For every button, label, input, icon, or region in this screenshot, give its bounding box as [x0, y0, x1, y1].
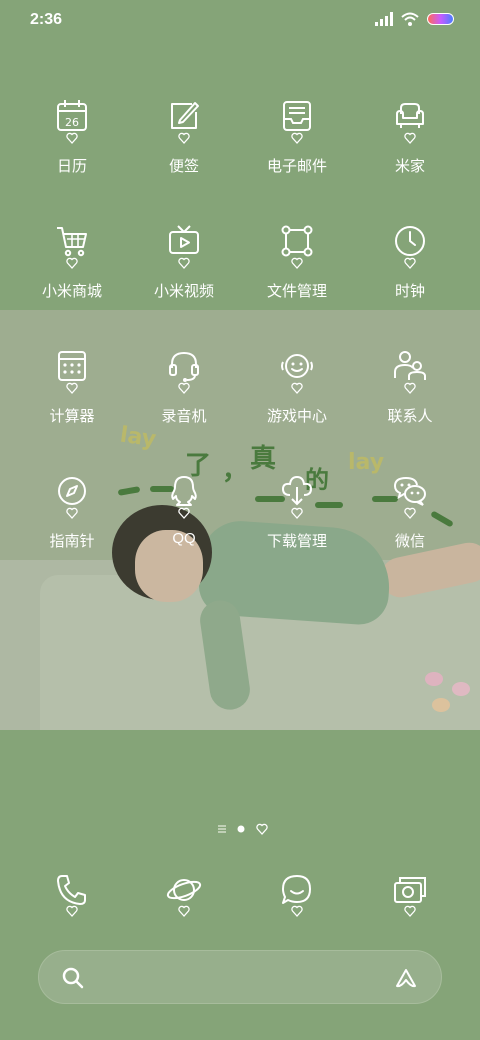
heart-icon [291, 132, 303, 144]
dock-camera[interactable] [380, 872, 440, 922]
dock-messages[interactable] [267, 872, 327, 922]
heart-icon [178, 257, 190, 269]
heart-icon [404, 905, 416, 917]
calendar-icon: 26 [57, 100, 87, 131]
recorder-icon [169, 351, 199, 382]
heart-icon [178, 905, 190, 917]
file-manager-icon [281, 225, 313, 257]
heart-icon [404, 257, 416, 269]
status-icons [375, 12, 454, 26]
app-label: 便签 [168, 158, 199, 175]
app-label: 计算器 [49, 408, 95, 425]
game-center-icon [281, 354, 313, 378]
heart-icon [178, 507, 190, 519]
assistant-icon[interactable] [393, 965, 419, 991]
app-label: 日历 [56, 158, 87, 175]
signal-icon [375, 12, 393, 26]
heart-icon [404, 132, 416, 144]
dock-browser[interactable] [154, 872, 214, 922]
search-bar[interactable] [38, 950, 442, 1004]
status-bar: 2:36 [0, 0, 480, 44]
page-indicator[interactable] [218, 822, 268, 836]
heart-icon [291, 257, 303, 269]
heart-icon [291, 507, 303, 519]
app-calculator[interactable]: 计算器 [12, 348, 132, 458]
camera-icon [394, 877, 426, 903]
app-game-center[interactable]: 游戏中心 [237, 348, 357, 458]
compass-icon [58, 477, 86, 505]
app-notes[interactable]: 便签 [124, 98, 244, 208]
app-mijia[interactable]: 米家 [350, 98, 470, 208]
app-label: 文件管理 [266, 283, 327, 300]
heart-icon [404, 382, 416, 394]
sofa-icon [396, 103, 424, 128]
app-label: 下载管理 [266, 533, 327, 550]
app-label: 微信 [394, 533, 425, 550]
search-icon [62, 967, 84, 989]
heart-icon [66, 905, 78, 917]
heart-icon [178, 132, 190, 144]
clock-icon [395, 226, 425, 256]
app-label: 电子邮件 [266, 158, 327, 175]
app-label: QQ [172, 530, 196, 547]
app-file-manager[interactable]: 文件管理 [237, 223, 357, 333]
app-wechat[interactable]: 微信 [350, 473, 470, 583]
browser-icon [166, 879, 202, 901]
app-clock[interactable]: 时钟 [350, 223, 470, 333]
app-download-manager[interactable]: 下载管理 [237, 473, 357, 583]
heart-icon [66, 257, 78, 269]
qq-icon [171, 476, 197, 506]
heart-icon [66, 132, 78, 144]
heart-icon [291, 382, 303, 394]
shopping-cart-icon [57, 227, 87, 257]
page-indicator-list-icon [218, 825, 226, 833]
app-label: 游戏中心 [266, 408, 327, 425]
page-indicator-heart-icon [256, 823, 268, 835]
heart-icon [66, 382, 78, 394]
phone-icon [57, 875, 86, 905]
wechat-icon [393, 477, 426, 506]
app-label: 小米视频 [153, 283, 214, 300]
app-mi-store[interactable]: 小米商城 [12, 223, 132, 333]
notes-icon [171, 102, 199, 129]
download-icon [281, 475, 313, 506]
calendar-date: 26 [65, 116, 79, 129]
heart-icon [178, 382, 190, 394]
dock-phone[interactable] [42, 872, 102, 922]
battery-icon [427, 13, 454, 25]
app-recorder[interactable]: 录音机 [124, 348, 244, 458]
app-email[interactable]: 电子邮件 [237, 98, 357, 208]
messages-icon [282, 875, 311, 904]
email-icon [283, 101, 311, 131]
app-qq[interactable]: QQ [124, 473, 244, 583]
page-indicator-dot [237, 825, 245, 833]
calculator-icon [58, 351, 86, 381]
status-time: 2:36 [30, 11, 63, 28]
app-label: 时钟 [394, 283, 425, 300]
app-label: 米家 [394, 158, 425, 175]
app-contacts[interactable]: 联系人 [350, 348, 470, 458]
app-label: 录音机 [161, 408, 207, 425]
app-label: 小米商城 [41, 283, 102, 300]
app-label: 联系人 [387, 408, 433, 425]
app-mi-video[interactable]: 小米视频 [124, 223, 244, 333]
heart-icon [66, 507, 78, 519]
heart-icon [404, 507, 416, 519]
heart-icon [291, 905, 303, 917]
app-compass[interactable]: 指南针 [12, 473, 132, 583]
app-calendar[interactable]: 26 日历 [12, 98, 132, 208]
wifi-icon [401, 12, 419, 26]
contacts-icon [394, 351, 426, 380]
app-label: 指南针 [49, 533, 95, 550]
tv-icon [169, 225, 199, 254]
